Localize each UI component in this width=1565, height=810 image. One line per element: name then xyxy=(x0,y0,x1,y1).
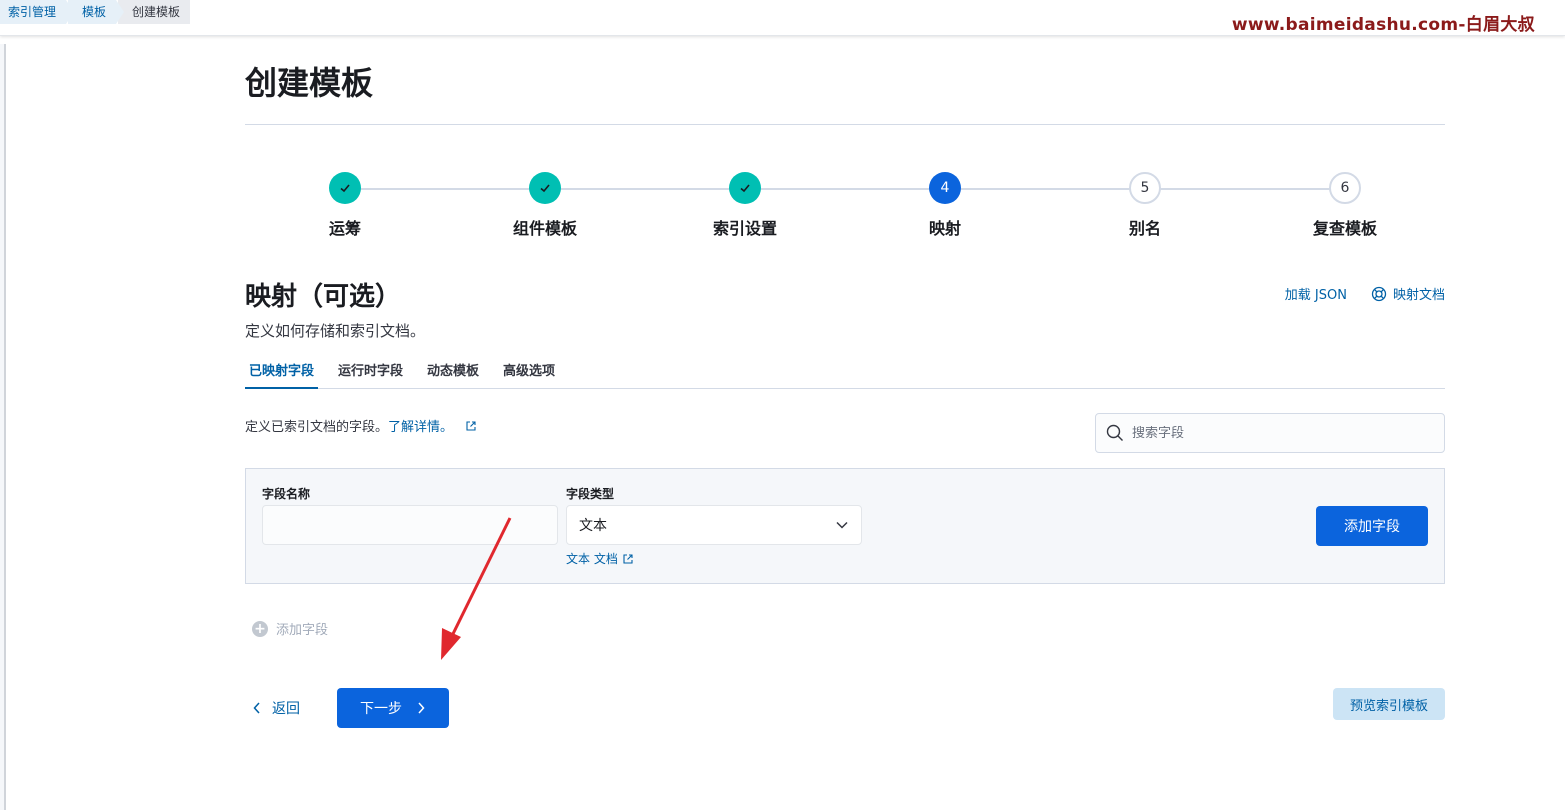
check-icon xyxy=(329,172,361,204)
preview-template-button[interactable]: 预览索引模板 xyxy=(1333,688,1445,720)
mapping-docs-label: 映射文档 xyxy=(1392,288,1445,303)
field-type-value: 文本 xyxy=(579,518,607,534)
text-docs-link[interactable]: 文本 文档 xyxy=(566,550,634,567)
step-number: 6 xyxy=(1329,172,1361,204)
step-5[interactable]: 5 别名 xyxy=(1045,172,1245,239)
left-edge xyxy=(0,44,6,810)
tab-advanced-options[interactable]: 高级选项 xyxy=(499,356,559,389)
step-label: 映射 xyxy=(928,219,961,238)
field-type-label: 字段类型 xyxy=(566,487,615,501)
next-button[interactable]: 下一步 xyxy=(337,688,449,728)
back-label: 返回 xyxy=(272,701,300,717)
chevron-down-icon xyxy=(836,521,848,529)
info-text: 定义已索引文档的字段。 xyxy=(245,420,389,435)
annotation-arrow xyxy=(441,517,512,660)
check-icon xyxy=(729,172,761,204)
check-icon xyxy=(529,172,561,204)
breadcrumb-create-template: 创建模板 xyxy=(118,0,191,24)
step-label: 组件模板 xyxy=(512,219,577,238)
step-number: 4 xyxy=(929,172,961,204)
breadcrumb: 索引管理 模板 创建模板 xyxy=(0,0,192,24)
step-label: 运筹 xyxy=(328,219,361,238)
tab-mapped-fields[interactable]: 已映射字段 xyxy=(245,356,319,389)
page-title: 创建模板 xyxy=(245,64,374,102)
field-name-input[interactable] xyxy=(262,505,558,545)
learn-more-link[interactable]: 了解详情。 xyxy=(388,420,453,435)
info-line: 定义已索引文档的字段。了解详情。 xyxy=(245,416,477,435)
top-bar: 索引管理 模板 创建模板 www.baimeidashu.com-白眉大叔 xyxy=(0,0,1565,36)
add-field-link[interactable]: + 添加字段 xyxy=(252,619,328,638)
step-1[interactable]: 运筹 xyxy=(245,172,445,239)
help-icon xyxy=(1371,286,1387,301)
plus-circle-icon: + xyxy=(252,620,268,637)
chevron-left-icon xyxy=(253,702,260,714)
mapping-docs-link[interactable]: 映射文档 xyxy=(1371,284,1445,303)
add-field-panel: 字段名称 字段类型 文本 文本 文档 添加字段 xyxy=(245,468,1445,584)
step-4[interactable]: 4 映射 xyxy=(845,172,1045,239)
search-icon xyxy=(1106,424,1123,441)
step-6[interactable]: 6 复查模板 xyxy=(1245,172,1445,239)
tab-dynamic-templates[interactable]: 动态模板 xyxy=(423,356,483,389)
add-field-link-label: 添加字段 xyxy=(276,623,329,638)
field-name-label: 字段名称 xyxy=(262,487,311,501)
back-button[interactable]: 返回 xyxy=(252,698,300,718)
external-link-icon xyxy=(466,421,476,431)
step-3[interactable]: 索引设置 xyxy=(645,172,845,239)
step-label: 别名 xyxy=(1128,219,1161,238)
external-link-icon xyxy=(623,553,633,564)
step-number: 5 xyxy=(1129,172,1161,204)
step-label: 索引设置 xyxy=(712,219,777,238)
title-divider xyxy=(245,124,1445,125)
search-field[interactable] xyxy=(1095,413,1445,453)
breadcrumb-index-management[interactable]: 索引管理 xyxy=(0,0,75,24)
next-label: 下一步 xyxy=(360,701,402,717)
stepper: 运筹 组件模板 索引设置 4 映射 5 别名 6 复查模板 xyxy=(245,172,1445,242)
section-description: 定义如何存储和索引文档。 xyxy=(245,322,426,340)
field-type-select[interactable]: 文本 xyxy=(566,505,862,545)
step-2[interactable]: 组件模板 xyxy=(445,172,645,239)
tab-bar: 已映射字段 运行时字段 动态模板 高级选项 xyxy=(245,356,1445,389)
step-label: 复查模板 xyxy=(1312,219,1377,238)
text-docs-label: 文本 文档 xyxy=(566,552,618,566)
section-title: 映射（可选） xyxy=(245,282,402,312)
tab-runtime-fields[interactable]: 运行时字段 xyxy=(334,356,407,389)
chevron-right-icon xyxy=(418,702,425,714)
add-field-button[interactable]: 添加字段 xyxy=(1316,506,1428,546)
header-links: 加载 JSON 映射文档 xyxy=(1285,284,1445,303)
breadcrumb-templates[interactable]: 模板 xyxy=(68,0,125,24)
search-input[interactable] xyxy=(1132,425,1422,441)
watermark-text: www.baimeidashu.com-白眉大叔 xyxy=(1231,15,1535,35)
load-json-link[interactable]: 加载 JSON xyxy=(1285,284,1347,303)
